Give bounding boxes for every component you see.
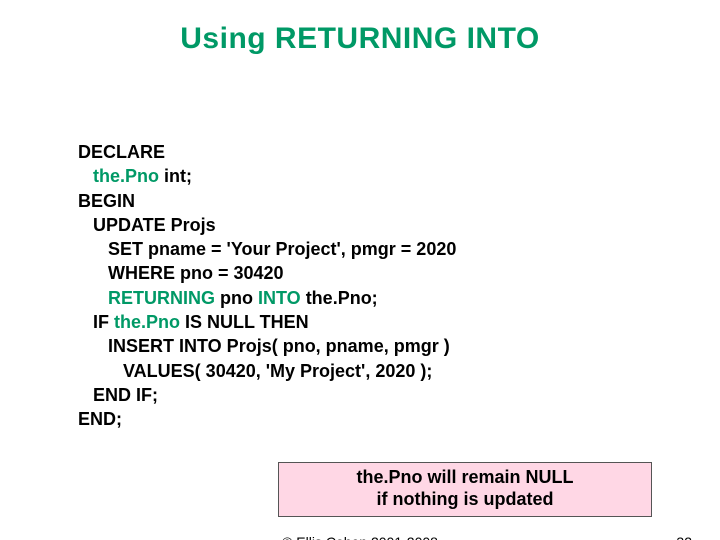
code-line-9: INSERT INTO Projs( pno, pname, pmgr ) xyxy=(78,336,450,356)
callout-line-1: the.Pno will remain NULL xyxy=(356,467,573,487)
page-number: 32 xyxy=(676,534,692,540)
code-keyword-thepno-2: the.Pno xyxy=(114,312,180,332)
code-line-5: SET pname = 'Your Project', pmgr = 2020 xyxy=(78,239,456,259)
code-line-7-indent xyxy=(78,288,108,308)
code-line-1: DECLARE xyxy=(78,142,165,162)
code-keyword-thepno: the.Pno xyxy=(93,166,159,186)
code-line-2-indent xyxy=(78,166,93,186)
code-keyword-returning: RETURNING xyxy=(108,288,215,308)
callout-line-2: if nothing is updated xyxy=(377,489,554,509)
callout-box: the.Pno will remain NULL if nothing is u… xyxy=(278,462,652,517)
code-keyword-into: INTO xyxy=(258,288,301,308)
code-line-6: WHERE pno = 30420 xyxy=(78,263,284,283)
code-line-12: END; xyxy=(78,409,122,429)
code-line-8-post: IS NULL THEN xyxy=(180,312,309,332)
code-block: DECLARE the.Pno int; BEGIN UPDATE Projs … xyxy=(78,140,456,432)
code-line-10: VALUES( 30420, 'My Project', 2020 ); xyxy=(78,361,432,381)
code-line-7-post: the.Pno; xyxy=(301,288,378,308)
code-line-3: BEGIN xyxy=(78,191,135,211)
code-line-8-pre: IF xyxy=(78,312,114,332)
code-line-2-post: int; xyxy=(159,166,192,186)
code-line-4: UPDATE Projs xyxy=(78,215,216,235)
code-line-11: END IF; xyxy=(78,385,158,405)
slide-title: Using RETURNING INTO xyxy=(0,22,720,56)
code-line-7-mid: pno xyxy=(215,288,258,308)
copyright-text: © Ellis Cohen 2001-2008 xyxy=(0,534,720,540)
